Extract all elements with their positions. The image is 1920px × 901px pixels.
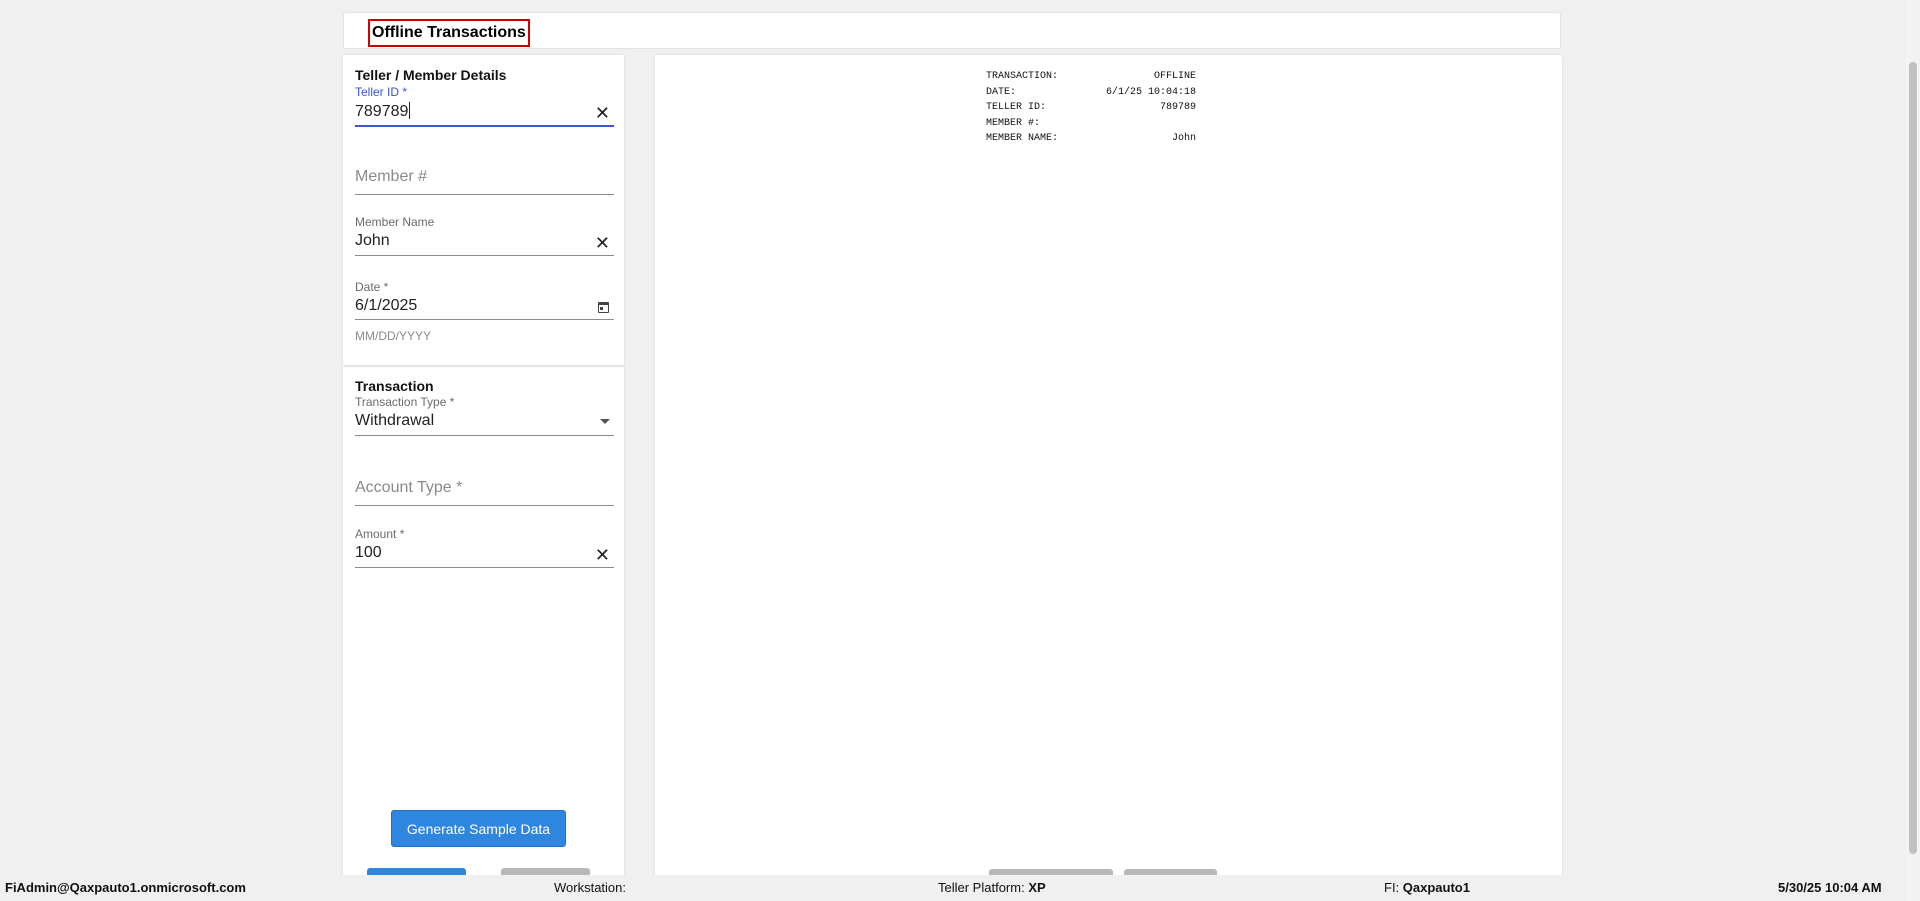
close-icon[interactable]: ✕ [595,546,610,564]
teller-id-underline [355,125,614,127]
transaction-type-label: Transaction Type * [355,395,455,409]
member-name-label: Member Name [355,215,435,229]
generate-sample-data-button[interactable]: Generate Sample Data [391,810,566,847]
receipt-value: OFFLINE [1153,71,1196,82]
teller-id-field[interactable]: Teller ID * 789789 ✕ [355,85,614,127]
member-name-input[interactable]: John [355,232,390,250]
teller-id-input[interactable]: 789789 [355,102,411,121]
footer-platform: Teller Platform: XP [938,880,1046,895]
calendar-icon[interactable] [598,302,609,313]
receipt-row: TRANSACTION: OFFLINE [986,69,1196,85]
date-underline [355,319,614,320]
receipt-value: 789789 [1159,102,1196,114]
vertical-scrollbar[interactable] [1906,0,1920,901]
date-label: Date * [355,280,389,294]
member-number-field[interactable]: Member # [355,168,614,198]
amount-input[interactable]: 100 [355,544,382,562]
scrollbar-thumb[interactable] [1909,62,1917,854]
transaction-type-select[interactable]: Transaction Type * Withdrawal [355,395,614,437]
footer-datetime: 5/30/25 10:04 AM [1778,880,1882,895]
title-bar: Offline Transactions [343,12,1561,49]
transaction-panel: Transaction Transaction Type * Withdrawa… [343,367,624,901]
receipt-label: TRANSACTION: [986,71,1059,82]
footer-user: FiAdmin@Qaxpauto1.onmicrosoft.com [5,880,246,895]
teller-id-label: Teller ID * [355,85,408,99]
member-name-underline [355,255,614,256]
receipt-label: DATE: [986,86,1017,98]
receipt: TRANSACTION: OFFLINE DATE: 6/1/25 10:04:… [986,69,1196,147]
member-name-field[interactable]: Member Name John ✕ [355,215,614,257]
receipt-row: TELLER ID: 789789 [986,100,1196,116]
amount-field[interactable]: Amount * 100 ✕ [355,527,614,569]
receipt-label: MEMBER #: [986,117,1041,129]
amount-underline [355,567,614,568]
teller-member-section-title: Teller / Member Details [355,67,507,83]
transaction-section-title: Transaction [355,378,434,394]
close-icon[interactable]: ✕ [595,234,610,252]
receipt-value: John [1171,133,1196,145]
receipt-row: MEMBER #: [986,116,1196,132]
status-bar: FiAdmin@Qaxpauto1.onmicrosoft.com Workst… [0,875,1906,901]
member-number-input[interactable]: Member # [355,168,427,186]
transaction-type-underline [355,435,614,436]
receipt-preview-panel: TRANSACTION: OFFLINE DATE: 6/1/25 10:04:… [655,55,1562,901]
teller-member-panel: Teller / Member Details Teller ID * 7897… [343,55,624,365]
account-type-input[interactable]: Account Type * [355,479,462,497]
receipt-value: 6/1/25 10:04:18 [1105,86,1196,98]
receipt-row: MEMBER NAME: John [986,131,1196,147]
account-type-underline [355,505,614,506]
account-type-select[interactable]: Account Type * [355,479,614,509]
close-icon[interactable]: ✕ [595,104,610,122]
transaction-type-value[interactable]: Withdrawal [355,412,434,430]
dropdown-arrow-icon[interactable] [600,419,610,424]
date-helper-text: MM/DD/YYYY [355,329,432,343]
amount-label: Amount * [355,527,405,541]
date-field[interactable]: Date * 6/1/2025 MM/DD/YYYY [355,280,614,346]
receipt-row: DATE: 6/1/25 10:04:18 [986,85,1196,101]
page-title: Offline Transactions [368,19,530,47]
receipt-label: TELLER ID: [986,102,1047,114]
date-input[interactable]: 6/1/2025 [355,297,417,315]
receipt-label: MEMBER NAME: [986,133,1059,145]
footer-fi: FI: Qaxpauto1 [1384,880,1470,895]
footer-workstation: Workstation: [554,880,627,895]
member-number-underline [355,194,614,195]
